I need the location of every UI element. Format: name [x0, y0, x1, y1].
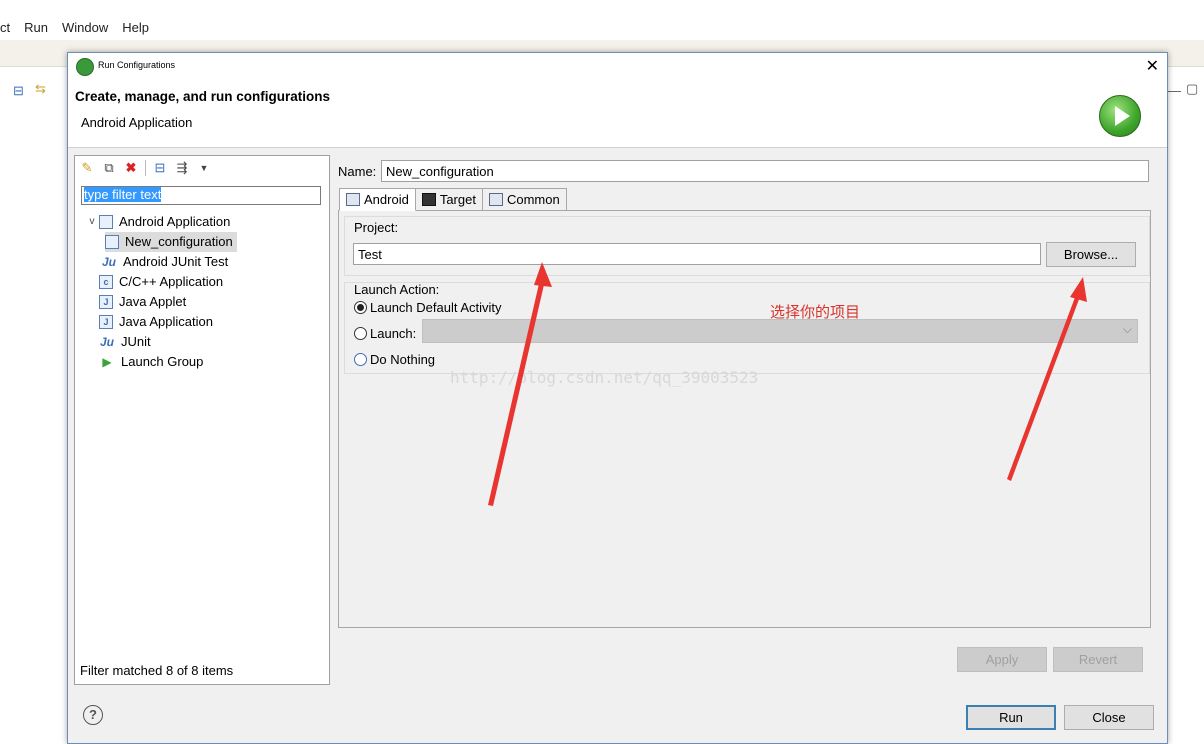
menu-run[interactable]: Run	[24, 20, 48, 35]
menu-window[interactable]: Window	[62, 20, 108, 35]
radio-button[interactable]	[354, 352, 367, 366]
radio-label: Launch:	[370, 325, 417, 341]
tab-label: Android	[364, 192, 409, 207]
collapse-all-icon[interactable]: ⊟	[152, 160, 168, 176]
name-label: Name:	[338, 164, 377, 179]
radio-do-nothing[interactable]: Do Nothing	[354, 349, 435, 369]
common-tab-icon	[488, 193, 503, 206]
toolbar-divider	[145, 160, 146, 176]
radio-launch-default[interactable]: Launch Default Activity	[354, 297, 502, 317]
ide-menubar: ct Run Window Help	[0, 14, 163, 40]
run-banner-icon	[1099, 95, 1141, 137]
tree-item-label: New_configuration	[125, 234, 233, 249]
revert-button[interactable]: Revert	[1053, 647, 1143, 672]
android-tab-pane: Project: Browse... Launch Action: Launch…	[338, 210, 1151, 628]
launch-group-icon: ▶	[102, 355, 112, 369]
junit-android-icon: Ju	[101, 255, 116, 269]
menu-help[interactable]: Help	[122, 20, 149, 35]
header-title: Create, manage, and run configurations	[75, 89, 331, 104]
configuration-list-panel: ✎ ⧉ ✖ ⊟ ⇶ ▼ type filter text v Android A…	[74, 155, 330, 685]
watermark-text: http://blog.csdn.net/qq_39003523	[450, 368, 759, 387]
launch-action-label: Launch Action:	[354, 282, 440, 297]
tree-item-label: Launch Group	[121, 354, 204, 369]
close-button[interactable]: Close	[1064, 705, 1154, 730]
android-tab-icon	[346, 193, 360, 206]
header-subtitle: Android Application	[81, 115, 193, 130]
project-group: Project: Browse...	[344, 216, 1150, 276]
chevron-down-icon[interactable]: ▼	[196, 160, 212, 176]
config-tabs: Android Target Common	[339, 188, 567, 211]
browse-button[interactable]: Browse...	[1046, 242, 1136, 267]
tree-item-java-application[interactable]: J Java Application	[85, 312, 237, 332]
radio-launch[interactable]: Launch:	[354, 323, 416, 343]
apply-button[interactable]: Apply	[957, 647, 1047, 672]
duplicate-icon[interactable]: ⧉	[101, 160, 117, 176]
annotation-text: 选择你的项目	[770, 304, 861, 321]
radio-button[interactable]	[354, 300, 367, 314]
tab-label: Common	[506, 192, 560, 207]
config-icon	[105, 235, 119, 249]
collapse-icon[interactable]: ⊟	[13, 83, 24, 99]
ide-left-area: ⊟ ⇆	[0, 67, 68, 734]
link-icon[interactable]: ⇆	[35, 81, 46, 97]
tree-item-label: Java Applet	[119, 294, 187, 309]
config-tree: v Android Application New_configuration …	[85, 212, 237, 372]
radio-label: Launch Default Activity	[370, 299, 502, 315]
tree-item-android-junit[interactable]: Ju Android JUnit Test	[85, 252, 237, 272]
dialog-header: Create, manage, and run configurations A…	[68, 79, 1167, 148]
new-config-icon[interactable]: ✎	[79, 160, 95, 176]
c-app-icon: c	[99, 275, 113, 289]
tree-item-new-configuration[interactable]: New_configuration	[85, 232, 237, 252]
activity-combo[interactable]: ⌵	[422, 319, 1138, 343]
maximize-icon[interactable]: ▢	[1186, 81, 1198, 97]
delete-icon[interactable]: ✖	[123, 160, 139, 176]
tree-item-junit[interactable]: Ju JUnit	[85, 332, 237, 352]
project-input[interactable]	[353, 243, 1041, 265]
radio-button[interactable]	[354, 326, 367, 340]
dialog-title: Run Configurations	[98, 60, 176, 70]
minimize-icon[interactable]: —	[1168, 83, 1181, 98]
java-app-icon: J	[99, 315, 113, 329]
junit-icon: Ju	[99, 335, 114, 349]
eclipse-icon	[76, 58, 94, 76]
tree-item-label: C/C++ Application	[119, 274, 224, 289]
tree-item-android-application[interactable]: v Android Application	[85, 212, 237, 232]
java-applet-icon: J	[99, 295, 113, 309]
tree-item-label: Android Application	[119, 214, 231, 229]
tree-item-launch-group[interactable]: ▶ Launch Group	[85, 352, 237, 372]
android-app-icon	[99, 215, 113, 229]
tab-common[interactable]: Common	[481, 188, 567, 210]
name-input[interactable]	[381, 160, 1149, 182]
tree-item-label: Java Application	[119, 314, 213, 329]
config-toolbar: ✎ ⧉ ✖ ⊟ ⇶ ▼	[79, 158, 212, 178]
filter-placeholder-text: type filter text	[84, 187, 162, 202]
radio-label: Do Nothing	[370, 351, 436, 367]
tree-item-c-app[interactable]: c C/C++ Application	[85, 272, 237, 292]
tree-item-java-applet[interactable]: J Java Applet	[85, 292, 237, 312]
target-tab-icon	[421, 193, 436, 206]
tree-item-label: JUnit	[121, 334, 151, 349]
tab-label: Target	[439, 192, 476, 207]
tab-target[interactable]: Target	[414, 188, 483, 210]
menu-project[interactable]: ct	[0, 20, 10, 35]
ide-right-area: — ▢	[1166, 67, 1204, 734]
filter-icon[interactable]: ⇶	[174, 160, 190, 176]
help-icon[interactable]: ?	[83, 705, 103, 725]
tree-item-label: Android JUnit Test	[123, 254, 229, 269]
launch-action-group: Launch Action: Launch Default Activity L…	[344, 282, 1150, 374]
expand-icon[interactable]: v	[85, 212, 99, 232]
close-icon[interactable]: ✕	[1146, 56, 1159, 76]
run-button[interactable]: Run	[966, 705, 1056, 730]
chevron-down-icon: ⌵	[1122, 322, 1132, 336]
filter-status-text: Filter matched 8 of 8 items	[80, 663, 234, 678]
dialog-titlebar: Run Configurations ✕	[68, 53, 1167, 79]
filter-input[interactable]: type filter text	[81, 186, 321, 205]
tab-android[interactable]: Android	[339, 188, 416, 211]
project-label: Project:	[354, 220, 399, 235]
